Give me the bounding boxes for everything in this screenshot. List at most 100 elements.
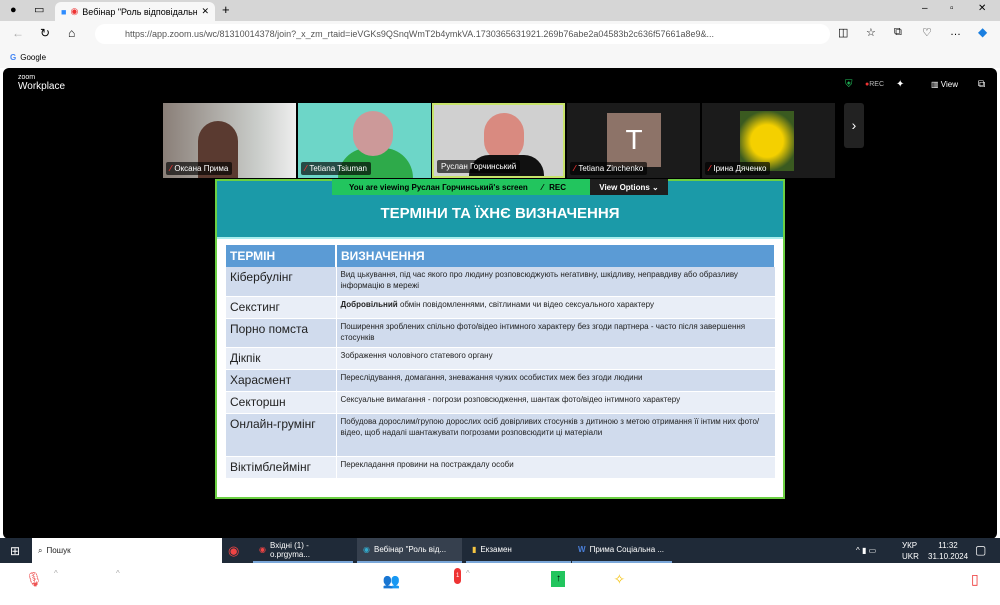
split-screen-icon[interactable]: ◫ bbox=[838, 26, 848, 39]
minimize-icon[interactable]: – bbox=[922, 3, 928, 14]
definition-cell: Вид цькування, під час якого про людину … bbox=[336, 267, 776, 297]
term-cell: Кібербулінг bbox=[226, 267, 337, 297]
close-tab-icon[interactable]: ✕ bbox=[201, 6, 209, 17]
taskbar-item-explorer[interactable]: ▮ Екзамен bbox=[466, 538, 571, 563]
taskbar-item-word[interactable]: W Прима Соціальна ... bbox=[572, 538, 672, 563]
ai-companion-button[interactable]: ✧ AI Companion bbox=[594, 571, 645, 599]
definition-text: обмін повідомленнями, світлинами чи віде… bbox=[397, 299, 654, 309]
more-button[interactable]: ⋯ More bbox=[668, 571, 686, 599]
google-icon: G bbox=[10, 53, 17, 62]
header-definition: ВИЗНАЧЕННЯ bbox=[336, 245, 776, 267]
definition-text: Поширення зроблених спільно фото/відео і… bbox=[340, 321, 746, 342]
term-cell: Порно помста bbox=[226, 318, 337, 348]
leave-door-icon: ▯ bbox=[971, 571, 979, 587]
rec-indicator: ●REC bbox=[865, 81, 885, 88]
clock[interactable]: 11:32 31.10.2024 bbox=[928, 540, 968, 562]
taskbar-search[interactable]: ⌕ Пошук bbox=[32, 538, 222, 563]
view-options-label: View Options bbox=[599, 182, 650, 192]
video-tile[interactable]: ⁄ Tetiana Tsiuman bbox=[298, 103, 431, 178]
tab-actions-icon[interactable]: ▭ bbox=[34, 3, 44, 16]
zoom-logo: zoom Workplace bbox=[18, 74, 65, 92]
address-bar-area: ← ↻ ⌂ https://app.zoom.us/wc/81310014378… bbox=[0, 21, 1000, 47]
term-cell: Дікпік bbox=[226, 347, 337, 370]
refresh-icon[interactable]: ↻ bbox=[40, 26, 50, 40]
close-window-icon[interactable]: ✕ bbox=[978, 3, 986, 14]
recording-icon: ◉ bbox=[70, 6, 79, 16]
definition-cell: Переслідування, домагання, зневажання чу… bbox=[336, 369, 776, 392]
table-row: Порно помста Поширення зроблених спільно … bbox=[226, 318, 776, 348]
video-tile[interactable]: ⁄ Оксана Прима bbox=[163, 103, 296, 178]
chat-icon: ◯ 1 bbox=[440, 568, 462, 587]
more-icon[interactable]: … bbox=[950, 26, 961, 38]
table-row: Онлайн-грумінг Побудова дорослим/групою д… bbox=[226, 413, 776, 457]
avatar: T bbox=[607, 113, 661, 167]
next-page-arrow-icon[interactable]: › bbox=[844, 103, 864, 148]
tray-icons[interactable]: ^ ▮ ▭ bbox=[850, 538, 882, 563]
more-icon: ⋯ bbox=[670, 571, 685, 587]
bookmark-google[interactable]: Google bbox=[20, 53, 46, 62]
taskbar-item-edge[interactable]: ◉ Вебінар "Роль від... bbox=[357, 538, 462, 563]
new-tab-icon[interactable]: + bbox=[222, 2, 230, 17]
mic-muted-icon: ⁄ bbox=[170, 164, 172, 173]
ai-sparkle-icon: ✧ bbox=[613, 571, 626, 587]
profile-icon[interactable]: ● bbox=[10, 4, 17, 16]
definition-cell: Побудова дорослим/групою дорослих осіб д… bbox=[336, 413, 776, 457]
audio-options-chevron-icon[interactable]: ^ bbox=[54, 569, 58, 578]
leave-button[interactable]: ▯ Leave bbox=[964, 571, 986, 599]
collections-icon[interactable]: ⧉ bbox=[894, 26, 902, 39]
folder-icon: ▮ bbox=[472, 545, 477, 554]
video-tile[interactable]: T ⁄ Tetiana Zinchenko bbox=[567, 103, 700, 178]
definition-bold: Добровільний bbox=[340, 299, 398, 309]
mic-muted-icon: ⁄ bbox=[709, 164, 711, 173]
unmute-button[interactable]: 🎙 Unmute bbox=[20, 571, 48, 599]
logo-bottom: Workplace bbox=[18, 81, 66, 92]
extensions-icon[interactable]: ♡ bbox=[922, 26, 932, 39]
taskbar-item-chrome[interactable]: ◉ Вхідні (1) - o.prgyma... bbox=[253, 538, 353, 563]
chat-options-chevron-icon[interactable]: ^ bbox=[466, 569, 470, 578]
table-row: Дікпік Зображення чоловічого статевого ор… bbox=[226, 347, 776, 370]
participants-button[interactable]: 👥54 Participants bbox=[374, 571, 416, 599]
fullscreen-icon[interactable]: ⧉ bbox=[978, 79, 985, 90]
screen-share-banner: You are viewing Руслан Горчинський's scr… bbox=[332, 179, 668, 195]
windows-start-icon[interactable]: ⊞ bbox=[4, 538, 26, 563]
definition-text: Побудова дорослим/групою дорослих осіб д… bbox=[340, 416, 760, 437]
definition-text: Перекладання провини на постраждалу особ… bbox=[340, 459, 514, 469]
chat-button[interactable]: ◯ 1 Chat bbox=[439, 568, 462, 599]
language-indicator[interactable]: УКР UKR bbox=[902, 540, 919, 562]
chevron-down-icon: ⌄ bbox=[652, 182, 659, 192]
chrome-icon: ◉ bbox=[259, 545, 266, 554]
ai-sparkle-icon[interactable]: ✦ bbox=[896, 79, 904, 90]
home-icon[interactable]: ⌂ bbox=[68, 26, 75, 40]
video-tile-active-speaker[interactable]: Руслан Горчинський bbox=[432, 103, 565, 178]
security-shield-icon[interactable]: ⛨ bbox=[845, 79, 853, 90]
reactions-button[interactable]: ♡ Reactions bbox=[484, 571, 520, 599]
table-row: Харасмент Переслідування, домагання, знев… bbox=[226, 369, 776, 392]
table-row: Віктімблеймінг Перекладання провини на п… bbox=[226, 456, 776, 479]
term-cell: Секторшн bbox=[226, 391, 337, 414]
share-screen-button[interactable]: ↑ Share Screen bbox=[534, 571, 583, 599]
shared-screen-slide: ТЕРМІНИ ТА ЇХНЄ ВИЗНАЧЕННЯ ТЕРМІН ВИЗНАЧЕ… bbox=[215, 179, 785, 499]
video-tile[interactable]: ⁄ Ірина Дяченко bbox=[702, 103, 835, 178]
definition-text: Сексуальне вимагання - погрози розповсюд… bbox=[340, 394, 681, 404]
restore-icon[interactable]: ▫ bbox=[950, 3, 954, 14]
participant-name: Руслан Горчинський bbox=[437, 160, 521, 173]
browser-tab[interactable]: ■ ◉ Вебінар "Роль відповідальн ✕ bbox=[55, 2, 215, 21]
definition-cell: Поширення зроблених спільно фото/відео і… bbox=[336, 318, 776, 348]
participant-name: ⁄ Tetiana Tsiuman bbox=[301, 162, 372, 175]
definition-cell: Сексуальне вимагання - погрози розповсюд… bbox=[336, 391, 776, 414]
favorites-icon[interactable]: ☆ bbox=[866, 26, 876, 39]
view-button[interactable]: ▥ View bbox=[931, 80, 958, 89]
url-input[interactable]: https://app.zoom.us/wc/81310014378/join?… bbox=[95, 24, 830, 44]
view-options-button[interactable]: View Options ⌄ bbox=[590, 179, 668, 195]
term-cell: Харасмент bbox=[226, 369, 337, 392]
notifications-icon[interactable]: ▢ bbox=[975, 543, 986, 557]
definition-cell: Зображення чоловічого статевого органу bbox=[336, 347, 776, 370]
back-icon[interactable]: ← bbox=[12, 26, 24, 40]
definition-cell: Перекладання провини на постраждалу особ… bbox=[336, 456, 776, 479]
chrome-icon[interactable]: ◉ bbox=[222, 538, 245, 563]
table-row: Секстинг Добровільний обмін повідомленням… bbox=[226, 296, 776, 319]
mic-muted-icon: 🎙 bbox=[25, 571, 43, 587]
copilot-icon[interactable]: ◆ bbox=[978, 25, 987, 39]
stop-video-button[interactable]: ▭ Stop Video bbox=[74, 571, 113, 599]
video-options-chevron-icon[interactable]: ^ bbox=[116, 569, 120, 578]
